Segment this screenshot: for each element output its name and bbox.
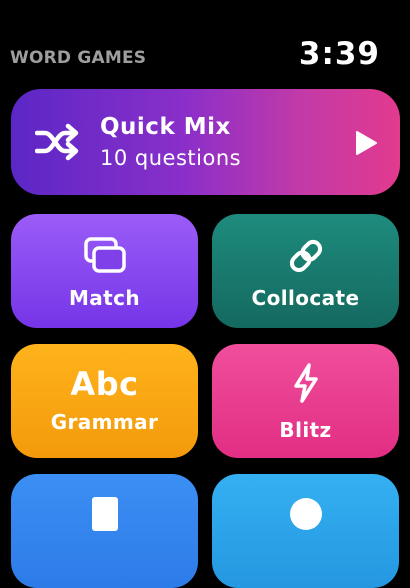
match-button[interactable]: Match — [11, 214, 198, 328]
quick-mix-button[interactable]: Quick Mix 10 questions — [11, 89, 400, 195]
collocate-label: Collocate — [251, 286, 360, 310]
quick-mix-title: Quick Mix — [100, 114, 231, 140]
blitz-label: Blitz — [279, 418, 332, 442]
quick-mix-subtitle: 10 questions — [100, 146, 242, 170]
abc-icon: Abc — [70, 365, 139, 403]
match-label: Match — [68, 286, 141, 310]
document-game-button[interactable] — [11, 474, 198, 588]
lightning-icon — [293, 363, 318, 403]
blitz-button[interactable]: Blitz — [212, 344, 399, 458]
clock: 3:39 — [298, 36, 380, 72]
grammar-label: Grammar — [50, 410, 159, 434]
document-icon — [91, 497, 118, 531]
grammar-button[interactable]: Abc Grammar — [11, 344, 198, 458]
app-title: WORD GAMES — [10, 48, 147, 68]
circle-game-button[interactable] — [212, 474, 399, 588]
cards-icon — [83, 237, 126, 273]
collocate-button[interactable]: Collocate — [212, 214, 399, 328]
link-icon — [289, 239, 322, 273]
circle-icon — [289, 498, 322, 530]
shuffle-icon — [35, 123, 79, 161]
status-bar: WORD GAMES 3:39 — [0, 0, 410, 84]
play-icon — [356, 131, 377, 155]
